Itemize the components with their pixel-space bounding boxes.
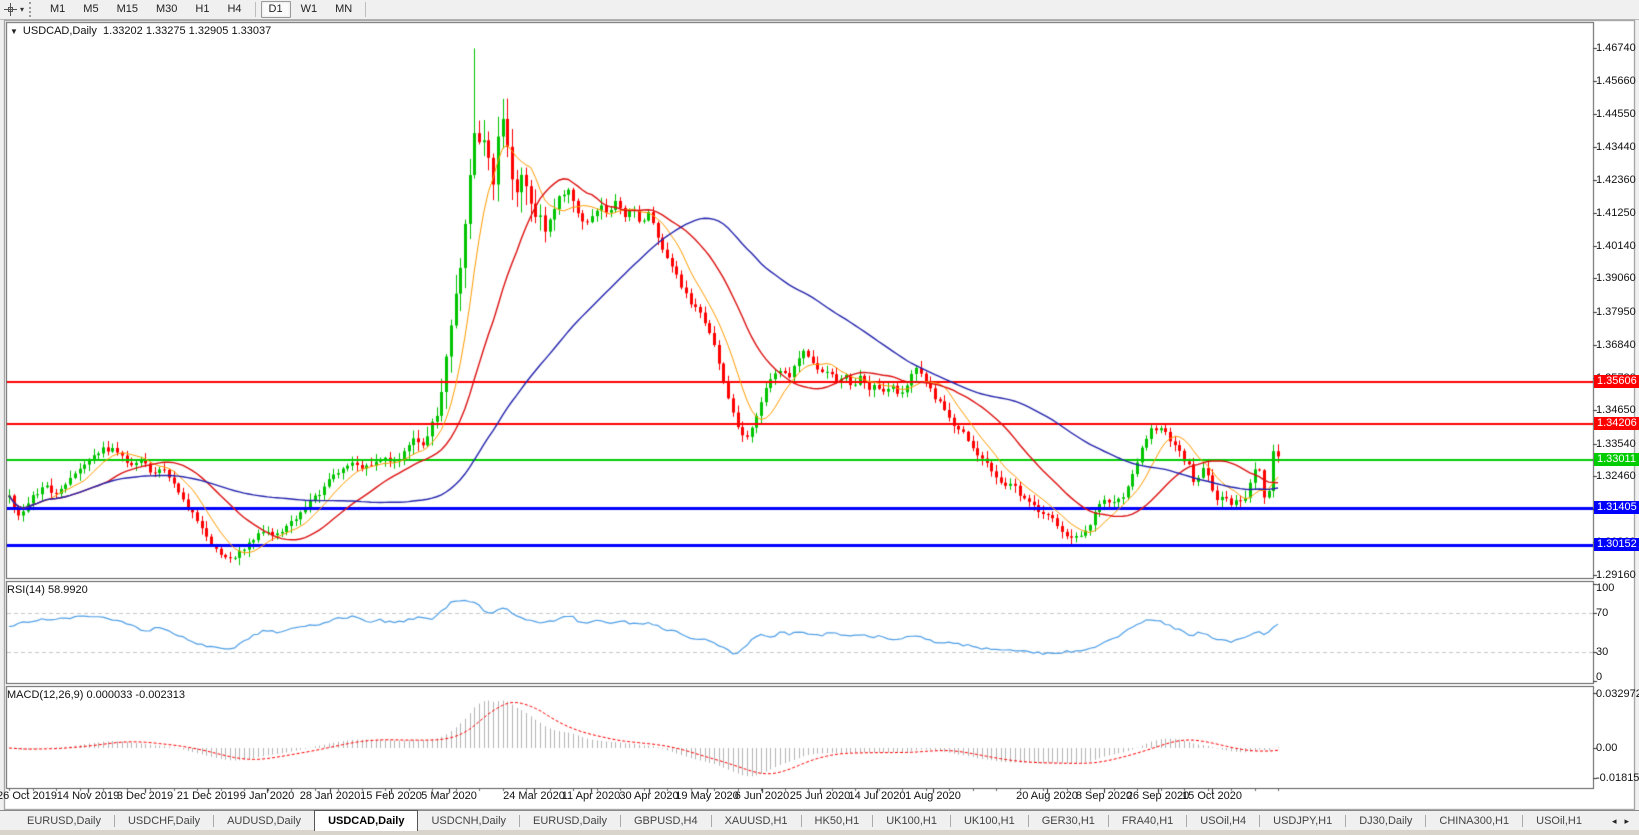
price-axis-tick-label: 1.34650 [1596, 404, 1636, 416]
date-axis-label: 6 Jun 2020 [735, 790, 789, 802]
date-axis-label: 26 Sep 2020 [1127, 790, 1189, 802]
macd-axis-label: -0.018154 [1596, 772, 1639, 784]
date-axis-label: 1 Aug 2020 [905, 790, 961, 802]
date-axis-label: 15 Oct 2020 [1182, 790, 1242, 802]
date-axis-label: 3 Dec 2019 [117, 790, 173, 802]
macd-axis-label: 0.032972 [1596, 688, 1639, 700]
date-axis-label: 11 Apr 2020 [562, 790, 621, 802]
rsi-level-label: 30 [1596, 646, 1608, 658]
price-axis-tick-label: 1.36840 [1596, 339, 1636, 351]
date-axis-label: 20 Aug 2020 [1016, 790, 1078, 802]
chart-symbol-period: USDCAD,Daily [23, 25, 97, 37]
date-axis-label: 30 Apr 2020 [619, 790, 678, 802]
rsi-level-label: 100 [1596, 582, 1614, 594]
date-axis-label: 25 Jun 2020 [790, 790, 851, 802]
date-axis-label: 24 Mar 2020 [503, 790, 565, 802]
macd-axis-label: 0.00 [1596, 742, 1617, 754]
hline-price-chip: 1.34206 [1594, 417, 1639, 430]
date-axis-label: 14 Nov 2019 [57, 790, 119, 802]
rsi-indicator-label: RSI(14) 58.9920 [7, 584, 88, 596]
date-axis-label: 28 Jan 2020 [300, 790, 361, 802]
hline-price-chip: 1.30152 [1594, 538, 1639, 551]
date-axis-label: 15 Feb 2020 [360, 790, 422, 802]
price-axis-tick-label: 1.39060 [1596, 272, 1636, 284]
collapse-triangle-icon[interactable]: ▼ [10, 27, 18, 36]
hline-price-chip: 1.33011 [1594, 453, 1639, 466]
price-axis-tick-label: 1.40140 [1596, 240, 1636, 252]
chart-title: ▼ USDCAD,Daily 1.33202 1.33275 1.32905 1.… [10, 25, 271, 37]
date-axis-label: 21 Dec 2019 [177, 790, 239, 802]
price-axis-tick-label: 1.42360 [1596, 174, 1636, 186]
date-axis-label: 14 Jul 2020 [849, 790, 906, 802]
chart-canvas[interactable] [0, 0, 1639, 835]
price-axis-tick-label: 1.32460 [1596, 470, 1636, 482]
price-axis-tick-label: 1.33540 [1596, 438, 1636, 450]
rsi-level-label: 70 [1596, 607, 1608, 619]
price-axis-tick-label: 1.45660 [1596, 75, 1636, 87]
macd-indicator-label: MACD(12,26,9) 0.000033 -0.002313 [7, 689, 185, 701]
price-axis-tick-label: 1.37950 [1596, 306, 1636, 318]
symbol-tab-usdcad-daily[interactable]: USDCAD,Daily [314, 810, 418, 831]
price-axis-tick-label: 1.41250 [1596, 207, 1636, 219]
date-axis-label: 8 Sep 2020 [1076, 790, 1132, 802]
date-axis-label: 5 Mar 2020 [421, 790, 477, 802]
date-axis-label: 9 Jan 2020 [240, 790, 294, 802]
price-axis-tick-label: 1.44550 [1596, 108, 1636, 120]
price-axis-tick-label: 1.46740 [1596, 42, 1636, 54]
date-axis-label: 19 May 2020 [675, 790, 739, 802]
rsi-level-label: 0 [1596, 671, 1602, 683]
date-axis-label: 26 Oct 2019 [0, 790, 57, 802]
hline-price-chip: 1.31405 [1594, 501, 1639, 514]
price-axis-tick-label: 1.29160 [1596, 569, 1636, 581]
price-axis-tick-label: 1.43440 [1596, 141, 1636, 153]
chart-ohlc-quote: 1.33202 1.33275 1.32905 1.33037 [103, 25, 271, 37]
hline-price-chip: 1.35606 [1594, 375, 1639, 388]
